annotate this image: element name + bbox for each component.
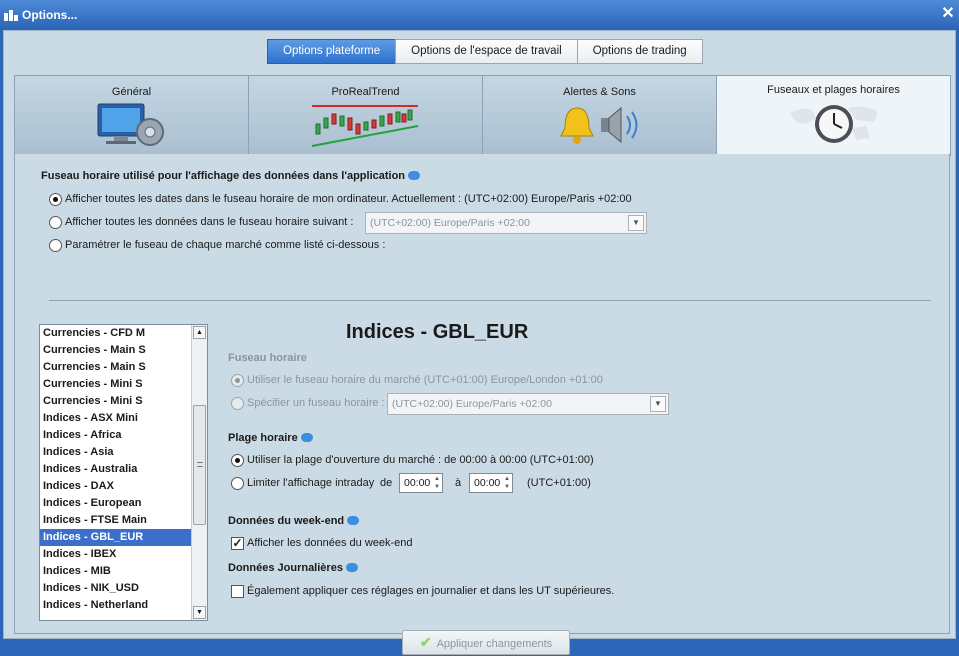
category-tab-bar: Général ProRealTrend Alertes & Sons Fuse… (14, 75, 951, 156)
daily-checkbox-label: Également appliquer ces réglages en jour… (247, 585, 615, 597)
limit-tz-label: (UTC+01:00) (527, 477, 591, 489)
market-list[interactable]: Currencies - CFD M Currencies - Main S C… (39, 324, 208, 621)
checkmark-icon: ✔ (419, 634, 432, 650)
timezone-heading: Fuseau horaire utilisé pour l'affichage … (41, 170, 421, 182)
tab-prorealtrend[interactable]: ProRealTrend (248, 75, 483, 155)
radio-computer-tz-label: Afficher toutes les dates dans le fuseau… (65, 193, 632, 205)
list-item-selected[interactable]: Indices - GBL_EUR (40, 529, 192, 546)
tab-options-plateforme[interactable]: Options plateforme (267, 39, 397, 64)
list-item[interactable]: Currencies - Mini S (40, 393, 192, 410)
monitor-gear-icon (97, 103, 164, 146)
market-tz-heading: Fuseau horaire (228, 352, 307, 364)
list-item[interactable]: Indices - IBEX (40, 546, 192, 563)
radio-following-tz-label: Afficher toutes les données dans le fuse… (65, 216, 354, 228)
radio-computer-tz[interactable] (49, 193, 62, 206)
timezone-heading-text: Fuseau horaire utilisé pour l'affichage … (41, 170, 406, 182)
bell-speaker-icon (559, 106, 637, 144)
market-list-scrollbar[interactable]: ▲ ▼ (191, 325, 207, 620)
specify-tz-combo[interactable]: (UTC+02:00) Europe/Paris +02:00 ▼ (387, 393, 669, 415)
radio-limit-intraday[interactable] (231, 477, 244, 490)
hours-heading: Plage horaire (228, 432, 313, 444)
radio-following-tz[interactable] (49, 216, 62, 229)
list-item[interactable]: Indices - ASX Mini (40, 410, 192, 427)
daily-checkbox[interactable] (231, 585, 244, 598)
list-item[interactable]: Currencies - Mini S (40, 376, 192, 393)
list-item[interactable]: Currencies - Main S (40, 342, 192, 359)
title-bar: Options... ✕ (0, 0, 959, 30)
scroll-thumb[interactable] (193, 405, 206, 525)
radio-market-hours-label: Utiliser la plage d'ouverture du marché … (247, 454, 594, 466)
info-bubble-icon[interactable] (408, 171, 421, 180)
app-icon (4, 10, 18, 21)
tab-fuseaux-plages[interactable]: Fuseaux et plages horaires (716, 75, 951, 156)
radio-specify-tz[interactable] (231, 397, 244, 410)
options-dialog: Options plateforme Options de l'espace d… (3, 30, 956, 655)
list-item[interactable]: Currencies - Main S (40, 359, 192, 376)
tab-prorealtrend-label: ProRealTrend (331, 86, 400, 98)
tab-alertes-sons[interactable]: Alertes & Sons (482, 75, 717, 155)
list-item[interactable]: Indices - European (40, 495, 192, 512)
info-bubble-icon[interactable] (300, 433, 313, 442)
weekend-checkbox-label: Afficher les données du week-end (247, 537, 413, 549)
world-clock-icon (789, 105, 878, 143)
limit-to-label: à (455, 477, 462, 489)
radio-use-market-tz-label: Utiliser le fuseau horaire du marché (UT… (247, 374, 603, 386)
tab-alertes-sons-label: Alertes & Sons (563, 86, 636, 98)
info-bubble-icon[interactable] (345, 563, 358, 572)
radio-per-market-tz-label: Paramétrer le fuseau de chaque marché co… (65, 239, 386, 251)
limit-from-label: de (380, 477, 393, 489)
chevron-down-icon: ▼ (650, 396, 666, 412)
list-item[interactable]: Indices - DAX (40, 478, 192, 495)
following-tz-value: (UTC+02:00) Europe/Paris +02:00 (370, 217, 530, 229)
list-item[interactable]: Indices - Asia (40, 444, 192, 461)
radio-limit-intraday-label: Limiter l'affichage intraday (247, 477, 375, 489)
list-item[interactable]: Currencies - CFD M (40, 325, 192, 342)
info-bubble-icon[interactable] (347, 516, 360, 525)
window-title: Options... (22, 8, 78, 22)
trend-chart-icon (311, 105, 418, 147)
tab-options-trading[interactable]: Options de trading (576, 39, 703, 64)
tab-general-label: Général (111, 86, 152, 98)
tab-options-espace-travail[interactable]: Options de l'espace de travail (395, 39, 578, 64)
limit-to-value: 00:00 (474, 477, 501, 489)
weekend-heading-text: Données du week-end (228, 515, 345, 527)
apply-changes-button[interactable]: ✔ Appliquer changements (402, 630, 570, 655)
following-tz-combo[interactable]: (UTC+02:00) Europe/Paris +02:00 ▼ (365, 212, 647, 234)
list-item[interactable]: Indices - Netherland (40, 597, 192, 614)
hours-heading-text: Plage horaire (228, 432, 298, 444)
radio-use-market-tz[interactable] (231, 374, 244, 387)
chevron-down-icon: ▼ (628, 215, 644, 231)
market-list-items: Currencies - CFD M Currencies - Main S C… (40, 325, 192, 614)
limit-to-spinner[interactable]: 00:00 ▲ ▼ (469, 473, 513, 493)
list-item[interactable]: Indices - MIB (40, 563, 192, 580)
settings-panel: Fuseau horaire utilisé pour l'affichage … (14, 154, 950, 655)
weekend-checkbox[interactable]: ✓ (231, 537, 244, 550)
list-item[interactable]: Indices - Australia (40, 461, 192, 478)
radio-market-hours[interactable] (231, 454, 244, 467)
list-item[interactable]: Indices - Africa (40, 427, 192, 444)
spinner-arrows-icon[interactable]: ▲ ▼ (504, 475, 510, 491)
limit-from-value: 00:00 (404, 477, 431, 489)
limit-from-spinner[interactable]: 00:00 ▲ ▼ (399, 473, 443, 493)
tab-general[interactable]: Général (14, 75, 249, 155)
divider (49, 300, 931, 301)
weekend-heading: Données du week-end (228, 515, 360, 527)
specify-tz-value: (UTC+02:00) Europe/Paris +02:00 (392, 398, 552, 410)
scroll-up-icon[interactable]: ▲ (193, 326, 206, 339)
top-tab-bar: Options plateforme Options de l'espace d… (267, 39, 703, 64)
list-item[interactable]: Indices - FTSE Main (40, 512, 192, 529)
radio-specify-tz-label: Spécifier un fuseau horaire : (247, 397, 385, 409)
close-icon[interactable]: ✕ (939, 4, 957, 24)
apply-changes-label: Appliquer changements (436, 638, 553, 650)
spinner-arrows-icon[interactable]: ▲ ▼ (434, 475, 440, 491)
tab-fuseaux-plages-label: Fuseaux et plages horaires (767, 84, 900, 96)
scroll-down-icon[interactable]: ▼ (193, 606, 206, 619)
market-title: Indices - GBL_EUR (346, 321, 529, 343)
daily-heading-text: Données Journalières (228, 562, 343, 574)
daily-heading: Données Journalières (228, 562, 358, 574)
radio-per-market-tz[interactable] (49, 239, 62, 252)
list-item[interactable]: Indices - NIK_USD (40, 580, 192, 597)
